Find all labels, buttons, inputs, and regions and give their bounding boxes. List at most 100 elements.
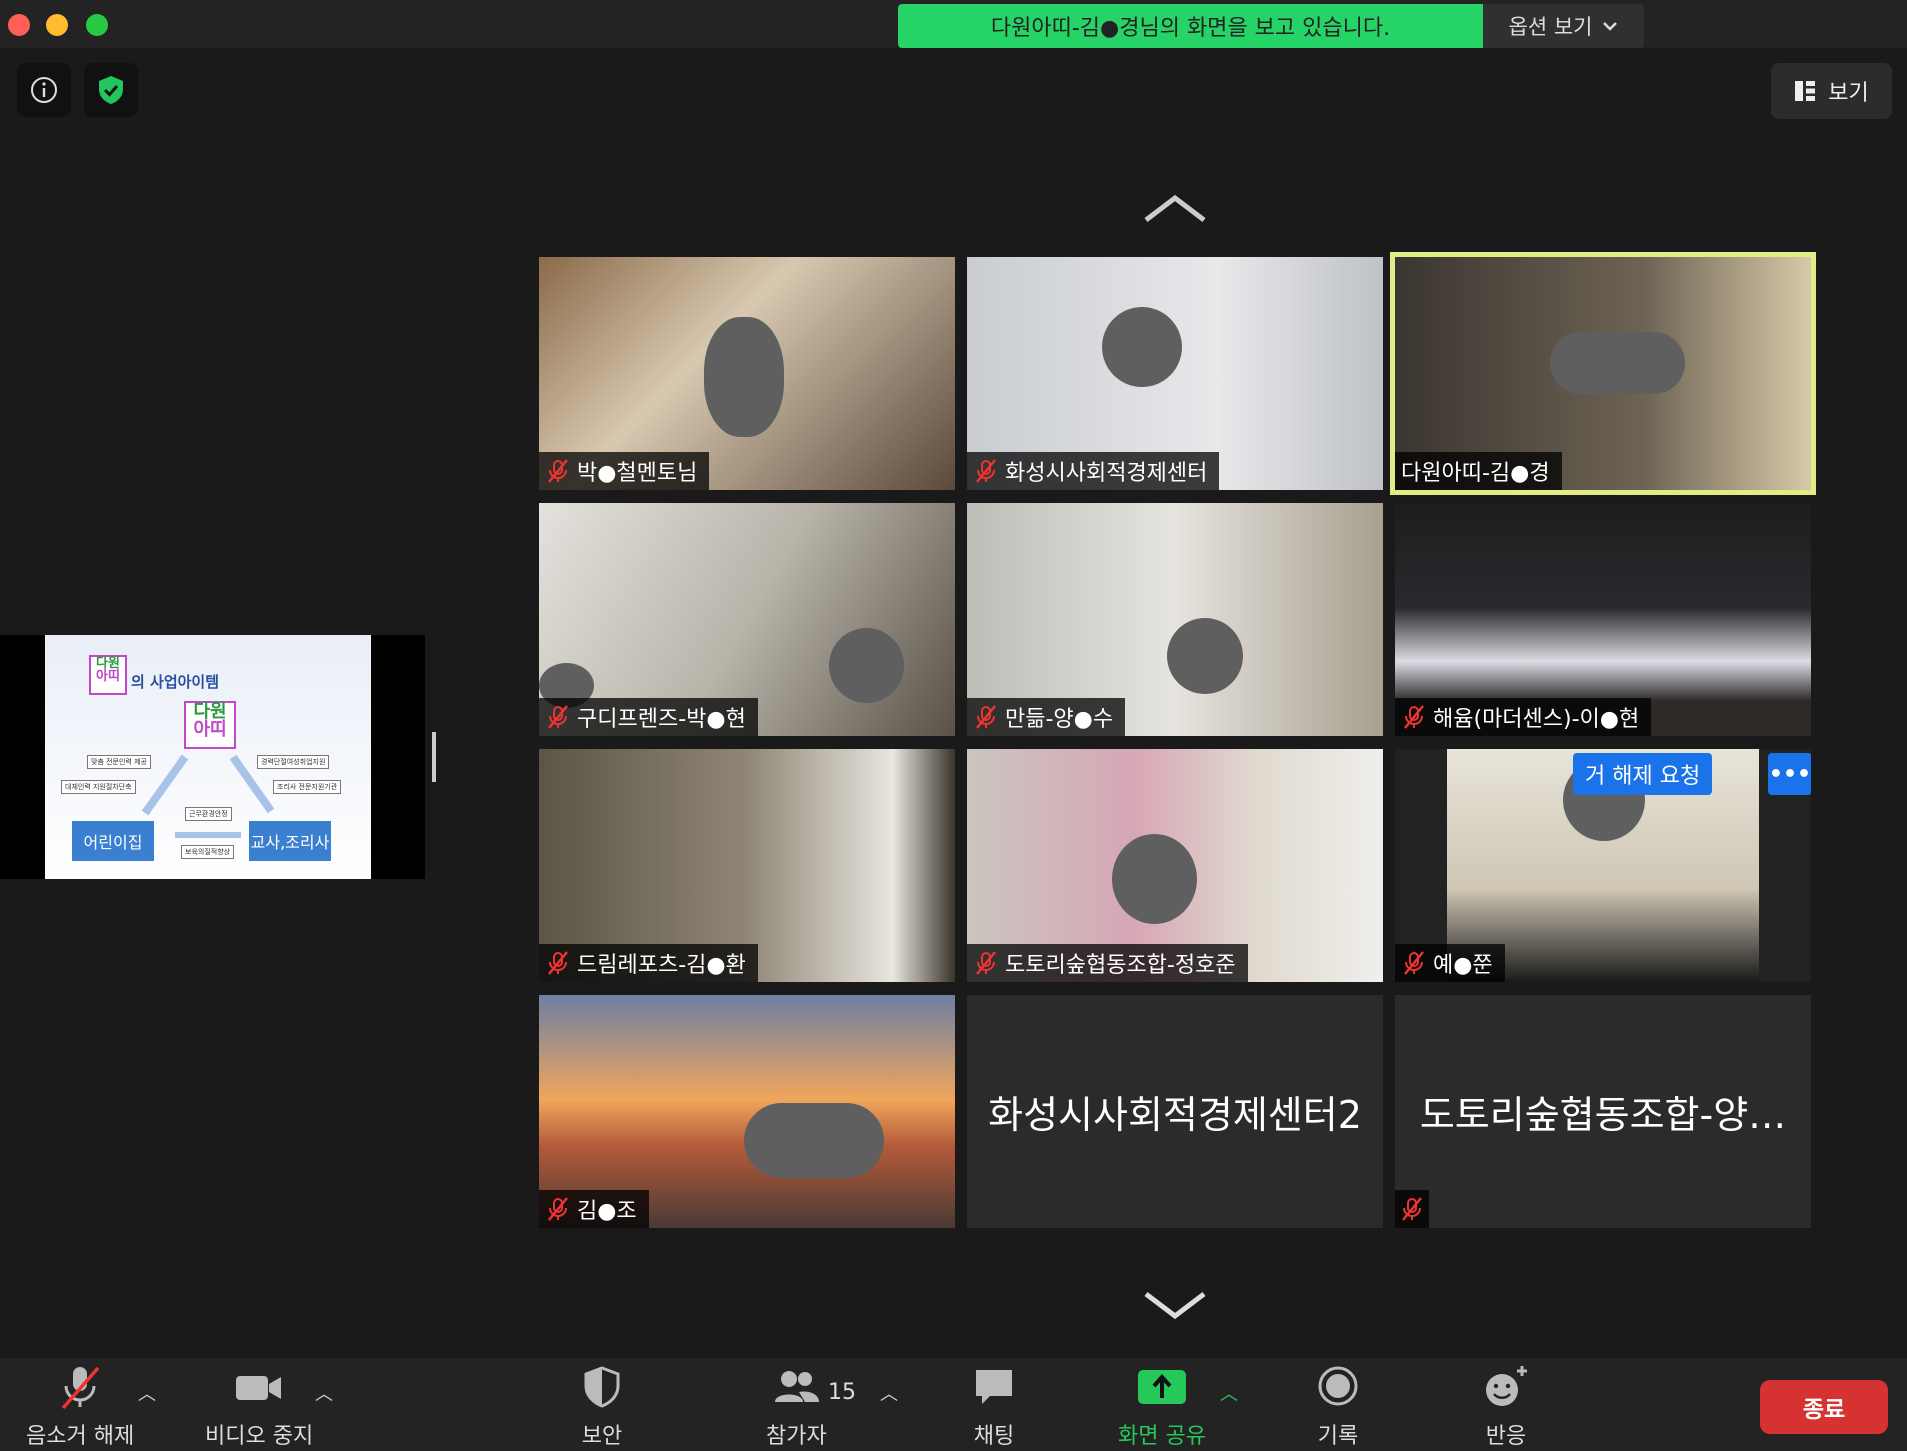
participant-nameplate: 구디프렌즈-박●현 xyxy=(539,698,758,736)
participant-nameplate: 드림레포츠-김●환 xyxy=(539,944,758,982)
participants-button[interactable]: 참가자 xyxy=(766,1364,827,1450)
participant-name: 박●철멘토님 xyxy=(577,461,698,486)
share-screen-label: 화면 공유 xyxy=(1118,1424,1206,1449)
participant-name: 화성시사회적경제센터 xyxy=(1005,461,1208,486)
participant-nameplate: 김●조 xyxy=(539,1190,649,1228)
security-label: 보안 xyxy=(581,1424,623,1449)
participant-video-tile[interactable]: 거 해제 요청 ••• 예●쭌 xyxy=(1395,749,1811,982)
participant-name: 구디프렌즈-박●현 xyxy=(577,707,746,732)
chat-button[interactable]: 채팅 xyxy=(972,1364,1016,1450)
shared-screen-thumbnail[interactable]: 다원 아띠 의 사업아이템 다원 아띠 맞춤 전문인력 제공 대체인력 지원절차… xyxy=(0,635,425,879)
window-title-bar: 다원아띠-김●경님의 화면을 보고 있습니다. 옵션 보기 xyxy=(0,0,1907,48)
participants-label: 참가자 xyxy=(766,1424,827,1449)
close-window-button[interactable] xyxy=(8,14,30,36)
layout-grid-icon xyxy=(1795,81,1816,101)
reactions-label: 반응 xyxy=(1485,1424,1527,1449)
muted-mic-icon xyxy=(976,705,996,729)
share-screen-button[interactable]: 화면 공유 xyxy=(1118,1364,1206,1450)
participant-nameplate: 만듦-양●수 xyxy=(967,698,1126,736)
slide-box: 근무환경안정 xyxy=(185,807,232,821)
participant-video-tile-active-speaker[interactable]: 다원아띠-김●경 xyxy=(1390,252,1816,495)
view-options-label: 옵션 보기 xyxy=(1508,15,1593,39)
share-options-caret-icon[interactable]: ︿ xyxy=(1220,1380,1238,1406)
blurred-face xyxy=(704,317,784,437)
stop-video-button[interactable]: 비디오 중지 xyxy=(205,1364,313,1450)
split-view-divider[interactable] xyxy=(432,732,436,782)
participant-nameplate: 예●쭌 xyxy=(1395,944,1505,982)
muted-mic-icon xyxy=(1404,705,1424,729)
unmute-request-button[interactable]: 거 해제 요청 xyxy=(1573,753,1713,795)
participant-video-tile[interactable]: 드림레포츠-김●환 xyxy=(539,749,955,982)
reactions-button[interactable]: 반응 xyxy=(1482,1364,1530,1450)
zoom-window-button[interactable] xyxy=(86,14,108,36)
muted-mic-icon xyxy=(548,1197,568,1221)
muted-mic-icon xyxy=(1404,951,1424,975)
blurred-face xyxy=(1112,834,1197,924)
video-options-caret-icon[interactable]: ︿ xyxy=(315,1380,333,1406)
blurred-face xyxy=(1167,618,1243,694)
more-options-button[interactable]: ••• xyxy=(1768,753,1811,795)
meeting-info-button[interactable] xyxy=(17,63,71,117)
participant-video-tile[interactable]: 해윰(마더센스)-이●현 xyxy=(1395,503,1811,736)
video-camera-icon xyxy=(236,1376,282,1400)
shield-check-icon xyxy=(99,76,123,104)
participant-video-off-tile[interactable]: 도토리숲협동조합-양… xyxy=(1395,995,1811,1228)
chevron-down-icon xyxy=(1603,22,1618,31)
unmute-button[interactable]: 음소거 해제 xyxy=(26,1364,134,1450)
chat-label: 채팅 xyxy=(973,1424,1015,1449)
participant-nameplate: 박●철멘토님 xyxy=(539,452,710,490)
info-icon xyxy=(31,77,57,103)
participant-nameplate: 다원아띠-김●경 xyxy=(1395,452,1562,490)
security-button[interactable]: 보안 xyxy=(580,1364,624,1450)
minimize-window-button[interactable] xyxy=(46,14,68,36)
gallery-up-chevron-icon[interactable] xyxy=(1142,194,1208,224)
slide-box: 대체인력 지원절차단축 xyxy=(61,780,136,794)
participant-name: 예●쭌 xyxy=(1433,953,1493,978)
emoji-plus-icon xyxy=(1486,1366,1527,1406)
participant-nameplate: 화성시사회적경제센터 xyxy=(967,452,1220,490)
blurred-face xyxy=(1550,332,1685,394)
participant-video-off-tile[interactable]: 화성시사회적경제센터2 xyxy=(967,995,1383,1228)
muted-mic-icon xyxy=(1402,1197,1422,1221)
participant-video-tile[interactable]: 박●철멘토님 xyxy=(539,257,955,490)
screen-share-banner: 다원아띠-김●경님의 화면을 보고 있습니다. xyxy=(898,4,1483,48)
slide-right-button: 교사,조리사 xyxy=(249,821,331,861)
slide-box: 조리사 전문지원기관 xyxy=(273,780,342,794)
participant-name: 김●조 xyxy=(577,1199,637,1224)
slide-box: 경력단절여성취업지원 xyxy=(257,755,330,769)
muted-mic-icon xyxy=(976,459,996,483)
muted-mic-icon xyxy=(548,951,568,975)
encryption-shield-button[interactable] xyxy=(84,63,138,117)
blurred-face xyxy=(829,628,904,703)
slide-left-button: 어린이집 xyxy=(72,821,154,861)
participants-count: 15 xyxy=(828,1380,856,1405)
blurred-face xyxy=(744,1103,884,1178)
participant-video-tile[interactable]: 김●조 xyxy=(539,995,955,1228)
stop-video-label: 비디오 중지 xyxy=(205,1424,314,1449)
end-meeting-button[interactable]: 종료 xyxy=(1760,1380,1888,1434)
participant-nameplate xyxy=(1395,1190,1429,1228)
audio-options-caret-icon[interactable]: ︿ xyxy=(138,1380,156,1406)
participant-video-tile[interactable]: 도토리숲협동조합-정호준 xyxy=(967,749,1383,982)
muted-mic-icon xyxy=(976,951,996,975)
participants-options-caret-icon[interactable]: ︿ xyxy=(880,1380,898,1406)
shield-icon xyxy=(584,1366,620,1408)
record-icon xyxy=(1318,1366,1358,1406)
participant-nameplate: 도토리숲협동조합-정호준 xyxy=(967,944,1248,982)
participant-name: 해윰(마더센스)-이●현 xyxy=(1433,707,1640,732)
view-options-button[interactable]: 옵션 보기 xyxy=(1483,4,1644,48)
participant-video-tile[interactable]: 만듦-양●수 xyxy=(967,503,1383,736)
participant-video-tile[interactable]: 구디프렌즈-박●현 xyxy=(539,503,955,736)
view-layout-button[interactable]: 보기 xyxy=(1771,63,1892,119)
participant-name: 화성시사회적경제센터2 xyxy=(988,1093,1362,1137)
participant-name: 드림레포츠-김●환 xyxy=(577,953,746,978)
muted-mic-icon xyxy=(548,705,568,729)
participant-name: 다원아띠-김●경 xyxy=(1401,461,1550,486)
slide-box: 맞춤 전문인력 제공 xyxy=(87,755,151,769)
participant-name: 도토리숲협동조합-정호준 xyxy=(1005,953,1236,978)
share-screen-arrow-icon xyxy=(1137,1370,1186,1404)
record-button[interactable]: 기록 xyxy=(1316,1364,1360,1450)
gallery-down-chevron-icon[interactable] xyxy=(1142,1290,1208,1320)
participant-video-tile[interactable]: 화성시사회적경제센터 xyxy=(967,257,1383,490)
view-layout-label: 보기 xyxy=(1828,81,1869,106)
